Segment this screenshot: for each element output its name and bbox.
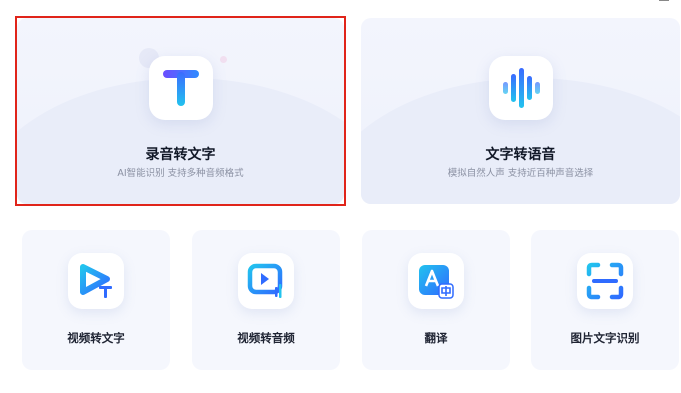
card-subtitle: AI智能识别 支持多种音频格式 [117,168,244,179]
card-title: 录音转文字 [145,147,216,163]
card-title: 视频转音频 [237,331,295,345]
decor-dot-small [220,56,227,63]
video-text-icon [68,253,124,309]
card-title: 翻译 [424,331,448,345]
card-subtitle: 模拟自然人声 支持近百种声音选择 [447,168,594,179]
window-minimize-mark [659,0,669,1]
card-image-ocr[interactable]: 图片文字识别 [531,230,679,370]
card-video-to-text[interactable]: 视频转文字 [22,230,170,370]
sound-wave-icon [489,56,553,120]
scan-text-icon [577,253,633,309]
card-video-to-audio[interactable]: 视频转音频 [192,230,340,370]
card-title: 文字转语音 [485,147,556,163]
card-title: 图片文字识别 [570,331,640,345]
card-title: 视频转文字 [67,331,125,345]
card-record-to-text[interactable]: 录音转文字 AI智能识别 支持多种音频格式 [17,18,344,204]
video-audio-icon [238,253,294,309]
translate-icon [408,253,464,309]
card-text-to-speech[interactable]: 文字转语音 模拟自然人声 支持近百种声音选择 [361,18,680,204]
text-t-icon [149,56,213,120]
card-translate[interactable]: 翻译 [362,230,510,370]
